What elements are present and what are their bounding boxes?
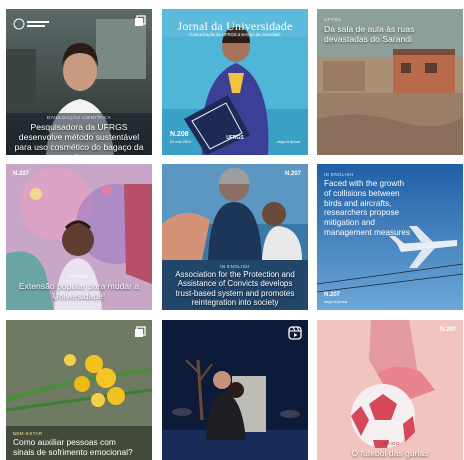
reels-icon [288,326,302,340]
post-tile-researcher[interactable]: Divulgação científica Pesquisadora da UF… [6,9,152,155]
post-kicker: Bem-estar [13,431,43,436]
post-tile-extensao[interactable]: N.207 Artigo Extensão popular para mudar… [6,164,152,310]
post-tile-sarandi[interactable]: UFTSO Da sala de aula às ruas devastadas… [317,9,463,155]
post-tile-apac[interactable]: N.207 In English Association for the Pro… [162,164,308,310]
post-kicker: UFTSO [324,17,342,22]
edition-date: ufrgs.br/jornal [324,300,348,304]
post-kicker: Artigo [69,274,89,279]
carousel-icon [134,15,146,27]
post-tile-futebol[interactable]: N.207 Artigo O futebol das gurias [317,320,463,460]
ufrgs-logo [13,17,53,31]
post-image-theater [162,320,308,460]
post-image-football [317,320,463,460]
profile-post-grid: Divulgação científica Pesquisadora da UF… [0,0,464,460]
post-caption: Association for the Protection and Assis… [175,270,295,308]
post-kicker: In English [220,264,250,269]
post-caption: Da sala de aula às ruas devastadas do Sa… [324,24,415,44]
post-tile-birds-aircraft[interactable]: In English Faced with the growth of coll… [317,164,463,310]
journal-masthead-subtitle: Comunicação da UFRGS a serviço da socied… [189,32,281,37]
post-kicker: Artigo [380,441,400,446]
edition-number: N.207 [13,171,30,177]
post-caption: Como auxiliar pessoas com sinais de sofr… [13,437,133,457]
post-caption: Extensão popular para mudar a Universida… [18,281,140,301]
post-caption: Faced with the growth of collisions betw… [324,179,411,237]
post-tile-bem-estar[interactable]: Bem-estar Como auxiliar pessoas com sina… [6,320,152,460]
edition-number: N.207 [439,327,456,333]
edition-number: N.207 [284,171,301,177]
post-caption: Pesquisadora da UFRGS desenvolve método … [14,122,144,155]
post-tile-journal-cover[interactable]: Jornal da Universidade Comunicação da UF… [162,9,308,155]
carousel-icon [134,326,146,338]
edition-number: N.207 [324,292,341,298]
post-caption: O futebol das gurias [351,448,429,458]
post-tile-reel[interactable] [162,320,308,460]
post-kicker: In English [324,172,354,177]
post-kicker: Divulgação científica [46,115,112,120]
journal-handle: ufrgs.br/jornal [276,140,300,144]
